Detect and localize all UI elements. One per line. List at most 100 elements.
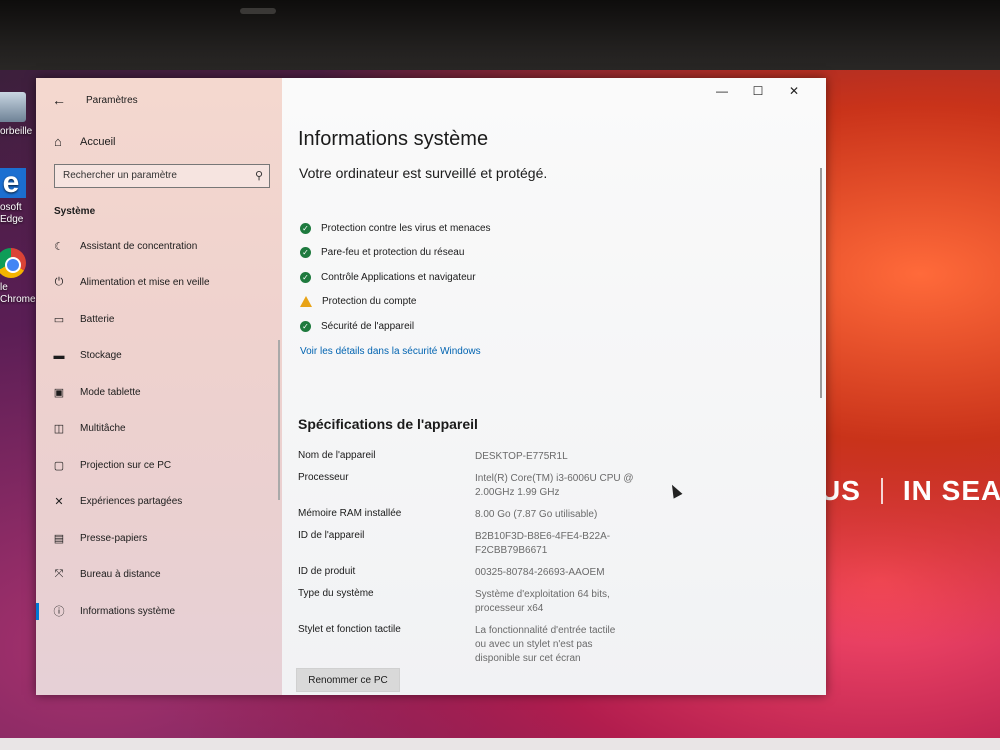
warning-icon — [300, 296, 312, 308]
sidebar-item-multitask[interactable]: ◫ Multitâche — [36, 411, 282, 448]
protection-item-label: Protection contre les virus et menaces — [321, 222, 491, 234]
minimize-icon[interactable]: — — [704, 84, 740, 98]
home-icon: ⌂ — [54, 134, 62, 149]
protection-item-label: Contrôle Applications et navigateur — [321, 271, 476, 283]
protection-item: Protection du compte — [300, 290, 491, 315]
taskbar — [0, 738, 1000, 750]
spec-row: ID de produit 00325-80784-26693-AAOEM — [298, 566, 658, 580]
titlebar: ← Paramètres — [52, 92, 138, 108]
sidebar-item-label: Assistant de concentration — [80, 240, 198, 252]
search-placeholder: Rechercher un paramètre — [63, 170, 177, 181]
main-scrollbar[interactable] — [820, 168, 822, 398]
spec-row: Nom de l'appareil DESKTOP-E775R1L — [298, 450, 658, 464]
sidebar-item-about[interactable]: ⓘ Informations système — [36, 593, 282, 630]
wallpaper-brand: US IN SEARC — [820, 475, 1000, 507]
multitask-icon: ◫ — [53, 423, 65, 436]
sidebar-item-label: Presse-papiers — [80, 532, 148, 544]
protection-list: ✓ Protection contre les virus et menaces… — [300, 216, 491, 339]
spec-value: B2B10F3D-B8E6-4FE4-B22A- F2CBB79B6671 — [475, 531, 611, 556]
settings-window: ← Paramètres ⌂ Accueil Rechercher un par… — [36, 78, 826, 695]
sidebar-item-storage[interactable]: ▬ Stockage — [36, 338, 282, 375]
search-input[interactable]: Rechercher un paramètre ⚲ — [54, 164, 270, 188]
page-title: Informations système — [298, 128, 489, 150]
home-label: Accueil — [80, 135, 116, 148]
sidebar-item-focus-assist[interactable]: ☾ Assistant de concentration — [36, 228, 282, 265]
edge-icon: e — [0, 168, 26, 198]
sidebar-scrollbar[interactable] — [278, 340, 280, 500]
window-title: Paramètres — [86, 94, 138, 106]
protection-item-label: Pare-feu et protection du réseau — [321, 247, 465, 259]
spec-row: Stylet et fonction tactile La fonctionna… — [298, 624, 658, 666]
spec-label: ID de produit — [298, 566, 356, 577]
power-icon: ⏻ — [54, 276, 64, 289]
desktop-icon-label: osoft Edge — [0, 202, 24, 225]
back-arrow-icon[interactable]: ← — [52, 92, 66, 108]
main-content: — ☐ ✕ Informations système Votre ordinat… — [282, 78, 826, 695]
close-icon[interactable]: ✕ — [776, 84, 812, 98]
spec-value: DESKTOP-E775R1L — [475, 451, 568, 462]
spec-label: Nom de l'appareil — [298, 450, 376, 461]
sidebar-item-label: Informations système — [80, 605, 176, 617]
settings-sidebar: ← Paramètres ⌂ Accueil Rechercher un par… — [36, 78, 282, 695]
monitor-bezel — [0, 0, 1000, 80]
protection-item: ✓ Pare-feu et protection du réseau — [300, 241, 491, 266]
sidebar-item-battery[interactable]: ▭ Batterie — [36, 301, 282, 338]
spec-value: Système d'exploitation 64 bits, processe… — [475, 589, 610, 614]
spec-row: Processeur Intel(R) Core(TM) i3-6006U CP… — [298, 472, 658, 500]
wallpaper-logo: US — [820, 475, 861, 506]
specs-table: Nom de l'appareil DESKTOP-E775R1L Proces… — [298, 450, 658, 674]
sidebar-item-label: Projection sur ce PC — [80, 459, 172, 471]
check-icon: ✓ — [300, 247, 311, 259]
sidebar-nav: ☾ Assistant de concentration ⏻ Alimentat… — [36, 228, 282, 630]
check-icon: ✓ — [300, 222, 311, 234]
chrome-icon — [0, 248, 26, 278]
desktop-icon-label: orbeille — [0, 126, 33, 137]
desktop-icon-label: le Chrome — [0, 282, 36, 305]
spec-value: 8.00 Go (7.87 Go utilisable) — [475, 509, 598, 520]
moon-icon: ☾ — [54, 240, 64, 253]
spec-row: Mémoire RAM installée 8.00 Go (7.87 Go u… — [298, 508, 658, 522]
sidebar-item-label: Bureau à distance — [80, 569, 161, 581]
share-icon: ✕ — [54, 496, 64, 509]
spec-label: Stylet et fonction tactile — [298, 624, 401, 635]
sidebar-item-home[interactable]: ⌂ Accueil — [54, 134, 115, 149]
sidebar-item-power[interactable]: ⏻ Alimentation et mise en veille — [36, 265, 282, 302]
protection-item: ✓ Sécurité de l'appareil — [300, 314, 491, 339]
projection-icon: ▢ — [53, 459, 65, 472]
protection-item: ✓ Protection contre les virus et menaces — [300, 216, 491, 241]
search-icon[interactable]: ⚲ — [255, 169, 263, 182]
sidebar-item-label: Mode tablette — [80, 386, 141, 398]
section-label: Système — [54, 206, 96, 217]
maximize-icon[interactable]: ☐ — [740, 84, 776, 98]
protection-item-label: Protection du compte — [322, 296, 417, 308]
sidebar-item-label: Batterie — [80, 313, 115, 325]
protection-item-label: Sécurité de l'appareil — [321, 320, 415, 332]
sidebar-item-label: Multitâche — [80, 423, 126, 435]
protection-item: ✓ Contrôle Applications et navigateur — [300, 265, 491, 290]
spec-value: La fonctionnalité d'entrée tactile ou av… — [475, 625, 616, 664]
protection-heading: Votre ordinateur est surveillé et protég… — [299, 165, 548, 181]
recycle-bin-icon — [0, 92, 26, 122]
info-icon: ⓘ — [53, 606, 65, 619]
spec-value: Intel(R) Core(TM) i3-6006U CPU @ 2.00GHz… — [475, 473, 634, 498]
bezel-camera — [240, 8, 276, 14]
clipboard-icon: ▤ — [53, 532, 65, 545]
spec-value: 00325-80784-26693-AAOEM — [475, 567, 605, 578]
specs-heading: Spécifications de l'appareil — [298, 416, 478, 432]
sidebar-item-clipboard[interactable]: ▤ Presse-papiers — [36, 520, 282, 557]
check-icon: ✓ — [300, 320, 311, 332]
window-controls: — ☐ ✕ — [704, 84, 812, 98]
sidebar-item-projection[interactable]: ▢ Projection sur ce PC — [36, 447, 282, 484]
storage-icon: ▬ — [53, 349, 65, 362]
spec-row: ID de l'appareil B2B10F3D-B8E6-4FE4-B22A… — [298, 530, 658, 558]
security-details-link[interactable]: Voir les détails dans la sécurité Window… — [300, 346, 481, 357]
rename-pc-button[interactable]: Renommer ce PC — [296, 668, 400, 692]
spec-row: Type du système Système d'exploitation 6… — [298, 588, 658, 616]
sidebar-item-shared[interactable]: ✕ Expériences partagées — [36, 484, 282, 521]
tablet-icon: ▣ — [53, 386, 65, 399]
sidebar-item-remote-desktop[interactable]: ⤧ Bureau à distance — [36, 557, 282, 594]
spec-label: ID de l'appareil — [298, 530, 365, 541]
spec-label: Type du système — [298, 588, 374, 599]
sidebar-item-tablet[interactable]: ▣ Mode tablette — [36, 374, 282, 411]
battery-icon: ▭ — [53, 313, 65, 326]
